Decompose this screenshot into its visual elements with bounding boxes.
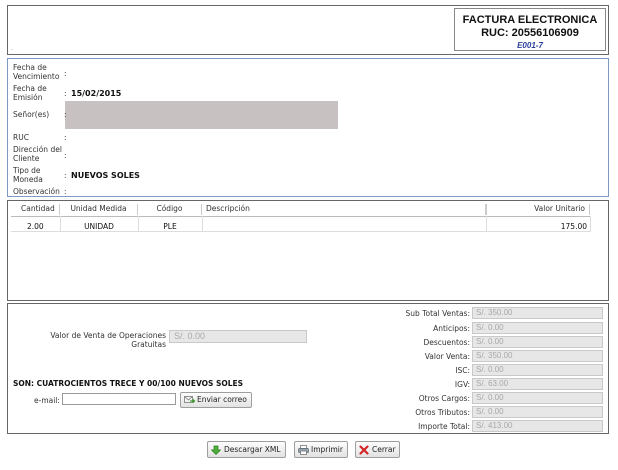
isc-label: ISC: (455, 366, 470, 375)
close-icon (359, 444, 369, 455)
field-label: Fecha de Vencimiento (13, 63, 60, 81)
field-label: Fecha de Emisión (13, 84, 47, 102)
invoice-serie: E001-7 (517, 41, 543, 50)
otros-tributos-label: Otros Tributos: (415, 408, 470, 417)
cell-valor-unitario: 175.00 (560, 222, 587, 231)
descuentos-field: S/. 0.00 (472, 336, 603, 348)
send-email-button[interactable]: Enviar correo (180, 392, 252, 408)
field-colon: : (64, 110, 67, 119)
col-header-descripcion: Descripción (202, 204, 486, 215)
descuentos-label: Descuentos: (423, 338, 470, 347)
column-divider (60, 216, 61, 232)
gratuitas-label: Valor de Venta de Operaciones Gratuitas (50, 331, 166, 349)
field-label: Señor(es) (13, 110, 50, 119)
redacted-client-name (65, 101, 338, 129)
field-label: RUC (13, 133, 29, 142)
cell-cantidad: 2.00 (27, 222, 44, 231)
download-xml-button[interactable]: Descargar XML (207, 441, 286, 458)
col-header-valor-unitario: Valor Unitario (486, 204, 590, 215)
subtotal-label: Sub Total Ventas: (405, 309, 470, 318)
field-colon: : (64, 187, 67, 196)
cell-unidad: UNIDAD (84, 222, 114, 231)
field-colon: : (64, 89, 67, 98)
importe-total-label: Importe Total: (418, 422, 470, 431)
row-divider (11, 231, 591, 232)
ruc-box: FACTURA ELECTRONICA RUC: 20556106909 E00… (454, 8, 606, 51)
anticipos-label: Anticipos: (433, 324, 470, 333)
importe-total-field: S/. 413.00 (472, 420, 603, 432)
cell-codigo: PLE (163, 222, 177, 231)
field-colon: : (64, 171, 67, 180)
valor-venta-label: Valor Venta: (424, 352, 470, 361)
valor-venta-field: S/. 350.00 (472, 350, 603, 362)
amount-in-words: SON: CUATROCIENTOS TRECE Y 00/100 NUEVOS… (13, 379, 244, 388)
anticipos-field: S/. 0.00 (472, 322, 603, 334)
send-button-label: Enviar correo (197, 395, 247, 404)
send-mail-icon (184, 395, 196, 405)
close-label: Cerrar (372, 444, 396, 454)
print-button[interactable]: Imprimir (294, 441, 348, 458)
invoice-header: . FACTURA ELECTRONICA RUC: 20556106909 E… (7, 5, 609, 55)
totals-panel: Valor de Venta de Operaciones Gratuitas … (7, 303, 609, 434)
column-divider (590, 216, 591, 232)
doc-type-title: FACTURA ELECTRONICA (462, 14, 598, 26)
column-divider (138, 216, 139, 232)
header-mark: . (11, 44, 14, 52)
close-button[interactable]: Cerrar (355, 441, 400, 458)
col-header-codigo: Código (138, 204, 202, 215)
column-divider (486, 216, 487, 232)
otros-tributos-field: S/. 0.00 (472, 406, 603, 418)
print-label: Imprimir (311, 444, 343, 454)
igv-field: S/. 63.00 (472, 378, 603, 390)
ruc-number: RUC: 20556106909 (481, 27, 579, 39)
field-colon: : (64, 151, 67, 160)
column-divider (202, 216, 203, 232)
field-colon: : (64, 69, 67, 78)
isc-field: S/. 0.00 (472, 364, 603, 376)
igv-label: IGV: (454, 380, 470, 389)
printer-icon (298, 444, 309, 455)
field-label: Dirección del Cliente (13, 145, 62, 163)
subtotal-field: S/. 350.00 (472, 307, 603, 319)
field-colon: : (64, 133, 67, 142)
download-xml-label: Descargar XML (224, 444, 281, 454)
email-input[interactable] (62, 393, 176, 405)
email-label: e-mail: (34, 396, 60, 405)
otros-cargos-label: Otros Cargos: (418, 394, 470, 403)
tipo-moneda-value: NUEVOS SOLES (71, 171, 140, 180)
items-table: Cantidad Unidad Medida Código Descripció… (7, 200, 609, 301)
col-header-unidad-medida: Unidad Medida (60, 204, 138, 215)
fecha-emision-value: 15/02/2015 (71, 89, 122, 98)
field-label: Observación (13, 187, 60, 196)
download-icon (210, 445, 222, 455)
client-info-panel: Fecha de Vencimiento : Fecha de Emisión … (7, 58, 609, 197)
col-header-cantidad: Cantidad (11, 204, 60, 215)
field-label: Tipo de Moneda (13, 166, 43, 184)
gratuitas-field: S/. 0.00 (169, 330, 307, 343)
otros-cargos-field: S/. 0.00 (472, 392, 603, 404)
